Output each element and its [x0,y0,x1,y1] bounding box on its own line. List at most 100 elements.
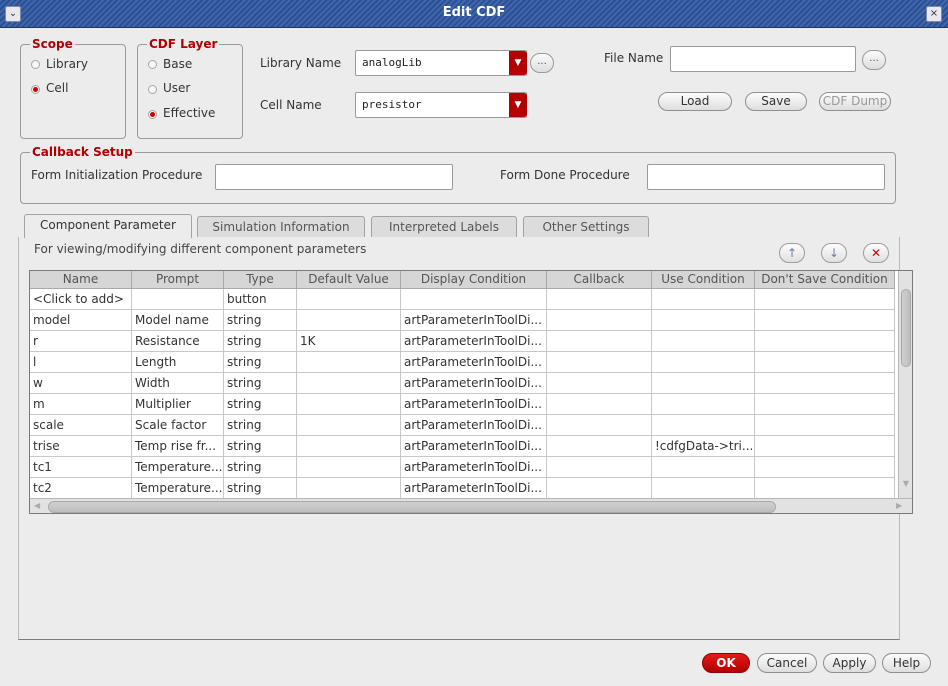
table-cell[interactable] [547,415,652,436]
table-cell[interactable]: artParameterInToolDi... [401,331,547,352]
table-row[interactable]: m Multiplier string artParameterInToolDi... [30,394,898,415]
table-cell[interactable] [652,373,755,394]
table-cell[interactable] [547,478,652,499]
scroll-left-arrow-icon[interactable]: ◀ [34,501,44,513]
cdf-layer-effective-radio[interactable] [148,110,157,119]
table-row[interactable]: r Resistance string 1K artParameterInToolDi.… [30,331,898,352]
close-icon[interactable]: × [926,6,942,22]
vertical-scroll-thumb[interactable] [901,289,911,367]
table-cell[interactable] [132,289,224,310]
tab-component-parameter[interactable]: Component Parameter [24,214,192,238]
table-cell[interactable]: 1K [297,331,401,352]
table-cell[interactable]: l [30,352,132,373]
table-cell[interactable] [755,310,895,331]
chevron-down-icon[interactable]: ▼ [509,51,527,75]
vertical-scrollbar[interactable]: ▼ [898,271,912,498]
table-row[interactable]: <Click to add> button [30,289,898,310]
table-cell[interactable] [297,373,401,394]
table-cell[interactable]: string [224,415,297,436]
table-cell[interactable]: string [224,310,297,331]
table-cell[interactable] [297,436,401,457]
table-cell[interactable] [755,394,895,415]
table-cell[interactable] [652,331,755,352]
table-cell[interactable]: trise [30,436,132,457]
table-cell[interactable]: artParameterInToolDi... [401,352,547,373]
table-cell[interactable]: r [30,331,132,352]
column-header[interactable]: Type [224,271,297,289]
table-row[interactable]: l Length string artParameterInToolDi... [30,352,898,373]
table-cell[interactable]: Temp rise fr... [132,436,224,457]
table-cell[interactable] [547,331,652,352]
library-name-dropdown[interactable]: analogLib [355,50,527,76]
table-cell[interactable] [547,310,652,331]
help-button[interactable]: Help [882,653,931,673]
table-cell[interactable]: artParameterInToolDi... [401,310,547,331]
table-cell[interactable]: tc2 [30,478,132,499]
tab-interpreted-labels[interactable]: Interpreted Labels [371,216,517,237]
column-header[interactable]: Prompt [132,271,224,289]
table-row[interactable]: tc1 Temperature... string artParameterInToo… [30,457,898,478]
table-cell[interactable]: string [224,436,297,457]
column-header[interactable]: Callback [547,271,652,289]
table-cell[interactable]: string [224,394,297,415]
table-cell[interactable] [755,457,895,478]
column-header[interactable]: Don't Save Condition [755,271,895,289]
table-cell[interactable] [755,436,895,457]
save-button[interactable]: Save [745,92,807,111]
table-cell[interactable] [401,289,547,310]
delete-icon[interactable]: ✕ [863,243,889,263]
apply-button[interactable]: Apply [823,653,876,673]
table-cell[interactable]: artParameterInToolDi... [401,415,547,436]
table-cell[interactable] [755,478,895,499]
ok-button[interactable]: OK [702,653,750,673]
column-header[interactable]: Display Condition [401,271,547,289]
table-cell[interactable]: model [30,310,132,331]
cdf-layer-base-radio[interactable] [148,60,157,69]
table-cell[interactable] [755,352,895,373]
table-cell[interactable]: !cdfgData->tri... [652,436,755,457]
scroll-right-arrow-icon[interactable]: ▶ [896,501,906,513]
table-cell[interactable]: string [224,373,297,394]
table-row[interactable]: trise Temp rise fr... string artParameterIn… [30,436,898,457]
table-cell[interactable]: Temperature... [132,478,224,499]
cdf-layer-user-radio[interactable] [148,85,157,94]
table-cell[interactable]: string [224,457,297,478]
move-down-icon[interactable]: ↓ [821,243,847,263]
table-cell[interactable] [297,394,401,415]
table-row[interactable]: scale Scale factor string artParameterInToo… [30,415,898,436]
cdf-dump-button[interactable]: CDF Dump [819,92,891,111]
table-cell[interactable]: <Click to add> [30,289,132,310]
table-cell[interactable] [547,289,652,310]
table-cell[interactable] [755,373,895,394]
table-cell[interactable]: m [30,394,132,415]
table-cell[interactable] [652,415,755,436]
table-cell[interactable]: Multiplier [132,394,224,415]
tab-other-settings[interactable]: Other Settings [523,216,649,237]
library-browse-button[interactable]: ... [530,53,554,73]
form-init-input[interactable] [215,164,453,190]
table-cell[interactable]: tc1 [30,457,132,478]
table-cell[interactable] [547,352,652,373]
file-name-input[interactable] [670,46,856,72]
table-cell[interactable]: artParameterInToolDi... [401,373,547,394]
cell-name-dropdown[interactable]: presistor [355,92,527,118]
horizontal-scroll-thumb[interactable] [48,501,776,513]
table-cell[interactable]: Scale factor [132,415,224,436]
tab-simulation-information[interactable]: Simulation Information [197,216,365,237]
scope-library-radio[interactable] [31,60,40,69]
table-cell[interactable]: Length [132,352,224,373]
column-header[interactable]: Name [30,271,132,289]
table-cell[interactable] [755,289,895,310]
load-button[interactable]: Load [658,92,732,111]
table-cell[interactable] [547,373,652,394]
table-cell[interactable]: artParameterInToolDi... [401,436,547,457]
table-cell[interactable] [547,436,652,457]
table-cell[interactable]: Model name [132,310,224,331]
table-row[interactable]: w Width string artParameterInToolDi... [30,373,898,394]
table-cell[interactable]: Resistance [132,331,224,352]
move-up-icon[interactable]: ↑ [779,243,805,263]
table-cell[interactable] [755,415,895,436]
table-cell[interactable]: string [224,331,297,352]
table-cell[interactable]: artParameterInToolDi... [401,457,547,478]
table-cell[interactable]: Temperature... [132,457,224,478]
